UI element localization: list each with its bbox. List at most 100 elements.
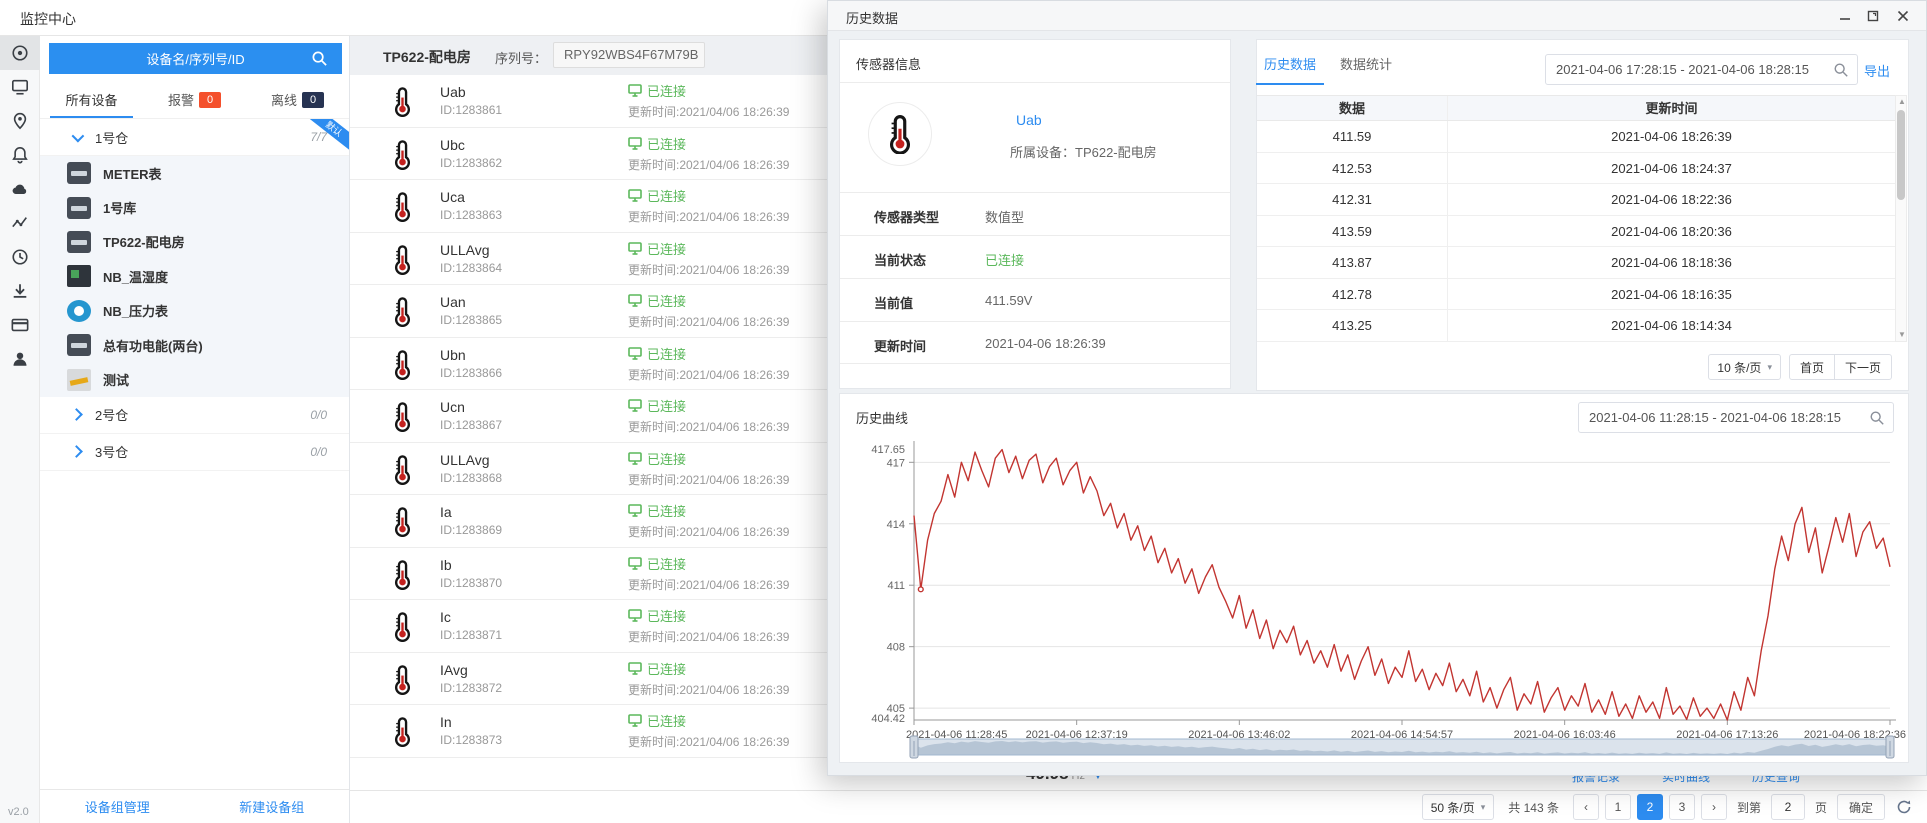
meter-device-icon (67, 197, 91, 219)
connected-monitor-icon (628, 399, 642, 412)
tree-device-item[interactable]: METER表 (40, 156, 349, 190)
update-time: 更新时间:2021/04/06 18:26:39 (628, 628, 789, 645)
chevron-right-icon (70, 408, 83, 421)
table-row[interactable]: 412.532021-04-06 18:24:37 (1257, 153, 1907, 185)
status-badge: 已连接 (628, 186, 789, 205)
cell-time: 2021-04-06 18:16:35 (1448, 279, 1895, 310)
update-time: 更新时间:2021/04/06 18:26:39 (628, 733, 789, 750)
cell-time: 2021-04-06 18:26:39 (1448, 121, 1895, 152)
sensor-name-link[interactable]: Uab (1016, 112, 1042, 128)
maximize-icon[interactable] (1864, 7, 1882, 25)
connected-monitor-icon (628, 452, 642, 465)
minimize-icon[interactable] (1836, 7, 1854, 25)
group-name: 3号仓 (95, 442, 128, 461)
module-device-icon (67, 265, 91, 287)
status-badge: 已连接 (628, 239, 789, 258)
group-name: 2号仓 (95, 405, 128, 424)
chevron-right-icon (70, 445, 83, 458)
refresh-icon[interactable] (1891, 794, 1917, 820)
new-device-group-button[interactable]: 新建设备组 (195, 797, 350, 816)
info-row: 当前值411.59V (840, 278, 1230, 321)
rail-trend-icon[interactable] (0, 206, 40, 240)
total-count: 共 143 条 (1508, 799, 1559, 816)
page-size-select[interactable]: 50 条/页▾ (1422, 794, 1495, 820)
update-time: 更新时间:2021/04/06 18:26:39 (628, 208, 789, 225)
history-tab-1[interactable]: 历史数据 (1264, 54, 1316, 83)
page-button-3[interactable]: 3 (1669, 794, 1695, 820)
table-row[interactable]: 413.252021-04-06 18:14:34 (1257, 310, 1907, 342)
tree-device-item[interactable]: 测试 (40, 362, 349, 396)
tree-tab-3[interactable]: 离线0 (246, 81, 349, 118)
tab-label: 报警 (168, 90, 194, 109)
tree-group-2[interactable]: 2号仓 0/0 (40, 397, 349, 434)
cell-value: 413.59 (1257, 216, 1448, 247)
sensor-id: ID:1283873 (440, 733, 502, 747)
table-row[interactable]: 413.592021-04-06 18:20:36 (1257, 216, 1907, 248)
table-scrollbar[interactable]: ▲ ▼ (1895, 95, 1907, 342)
goto-page-input[interactable] (1771, 794, 1805, 820)
connected-monitor-icon (628, 504, 642, 517)
history-date-range[interactable]: 2021-04-06 17:28:15 - 2021-04-06 18:28:1… (1545, 54, 1858, 85)
rail-scan-target-icon[interactable] (0, 36, 40, 70)
sensor-name: Ia (440, 504, 452, 520)
cell-value: 412.53 (1257, 153, 1448, 184)
sensor-name: Ubc (440, 137, 465, 153)
close-icon[interactable] (1894, 7, 1912, 25)
connected-monitor-icon (628, 347, 642, 360)
connected-monitor-icon (628, 714, 642, 727)
sensor-avatar (868, 102, 932, 166)
rail-clock-icon[interactable] (0, 240, 40, 274)
tree-device-item[interactable]: TP622-配电房 (40, 225, 349, 259)
page-button-2[interactable]: 2 (1637, 794, 1663, 820)
thermometer-icon (887, 114, 913, 154)
confirm-button[interactable]: 确定 (1837, 794, 1885, 820)
export-button[interactable]: 导出 (1864, 61, 1890, 80)
table-row[interactable]: 413.872021-04-06 18:18:36 (1257, 247, 1907, 279)
tree-group-3[interactable]: 3号仓 0/0 (40, 434, 349, 471)
history-line-chart[interactable]: 417414411408405417.65404.422021-04-06 11… (840, 394, 1908, 762)
cell-time: 2021-04-06 18:14:34 (1448, 310, 1895, 341)
connected-monitor-icon (628, 242, 642, 255)
tree-device-item[interactable]: NB_温湿度 (40, 259, 349, 293)
history-page-size-select[interactable]: 10 条/页▾ (1708, 354, 1781, 380)
rail-bell-icon[interactable] (0, 138, 40, 172)
tree-group-1[interactable]: 1号仓 7/7 默认 (40, 119, 349, 156)
table-row[interactable]: 412.782021-04-06 18:16:35 (1257, 279, 1907, 311)
datazoom-selected-range[interactable] (914, 739, 1890, 755)
thermometer-icon (393, 664, 412, 695)
first-page-button[interactable]: 首页 (1789, 354, 1835, 380)
tree-device-item[interactable]: 总有功电能(两台) (40, 328, 349, 362)
update-time: 更新时间:2021/04/06 18:26:39 (628, 471, 789, 488)
rail-user-icon[interactable] (0, 342, 40, 376)
rail-download-icon[interactable] (0, 274, 40, 308)
device-group-manage-button[interactable]: 设备组管理 (40, 797, 195, 816)
tree-tab-2[interactable]: 报警0 (143, 81, 246, 118)
thermometer-icon (393, 139, 412, 170)
tree-device-item[interactable]: 1号库 (40, 190, 349, 224)
rail-card-icon[interactable] (0, 308, 40, 342)
prev-page-button[interactable]: ‹ (1573, 794, 1599, 820)
rail-location-icon[interactable] (0, 104, 40, 138)
update-time: 更新时间:2021/04/06 18:26:39 (628, 418, 789, 435)
page-footer: 50 条/页▾ 共 143 条 ‹123› 到第 页 确定 (350, 790, 1927, 823)
table-row[interactable]: 412.312021-04-06 18:22:36 (1257, 184, 1907, 216)
history-tab-2[interactable]: 数据统计 (1340, 54, 1392, 83)
search-placeholder: 设备名/序列号/ID (146, 49, 244, 68)
info-value: 2021-04-06 18:26:39 (985, 336, 1106, 351)
table-row[interactable]: 411.592021-04-06 18:26:39 (1257, 121, 1907, 153)
page-button-1[interactable]: 1 (1605, 794, 1631, 820)
cell-value: 411.59 (1257, 121, 1448, 152)
data-point-marker (918, 587, 923, 592)
rail-cloud-icon[interactable] (0, 172, 40, 206)
next-page-button[interactable]: › (1701, 794, 1727, 820)
next-page-button[interactable]: 下一页 (1834, 354, 1892, 380)
rail-monitor-icon[interactable] (0, 70, 40, 104)
device-search-input[interactable]: 设备名/序列号/ID (49, 43, 342, 74)
sensor-id: ID:1283862 (440, 156, 502, 170)
info-row: 当前状态已连接 (840, 235, 1230, 278)
tree-device-item[interactable]: NB_压力表 (40, 294, 349, 328)
scrollbar-thumb (1897, 110, 1905, 200)
history-table-card: 历史数据数据统计 2021-04-06 17:28:15 - 2021-04-0… (1256, 39, 1909, 391)
tree-tab-1[interactable]: 所有设备 (40, 81, 143, 118)
group-count: 0/0 (310, 408, 327, 422)
